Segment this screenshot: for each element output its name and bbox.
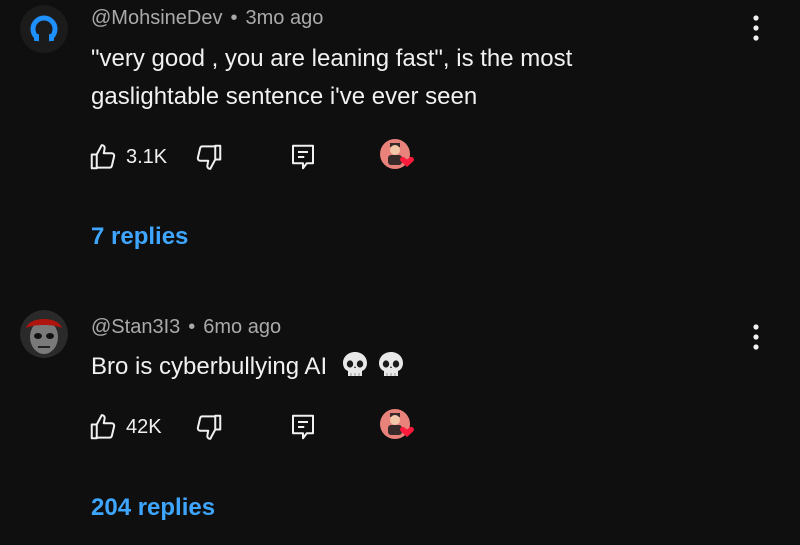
separator: • [230, 7, 238, 29]
avatar[interactable] [20, 5, 68, 53]
more-options-button[interactable] [742, 13, 770, 43]
comment-actions: 42K [88, 409, 448, 445]
view-replies-link[interactable]: 204 replies [91, 494, 215, 522]
like-button[interactable]: 42K [88, 409, 162, 445]
kebab-menu-icon [753, 15, 759, 41]
thumbs-up-icon [90, 144, 116, 170]
thumbs-up-icon [90, 414, 116, 440]
thumbs-down-icon [196, 144, 222, 170]
skull-emoji-icon [342, 352, 367, 376]
reply-button[interactable] [288, 139, 318, 175]
kebab-menu-icon [753, 324, 759, 350]
thumbs-down-icon [196, 414, 222, 440]
like-button[interactable]: 3.1K [88, 139, 167, 175]
reply-comment-icon [292, 144, 314, 170]
blue-ring-logo-icon [20, 5, 68, 53]
avatar[interactable] [20, 310, 68, 358]
comment-header: @Stan3I3 • 6mo ago [91, 316, 281, 339]
creator-heart [378, 407, 418, 447]
timestamp[interactable]: 3mo ago [245, 7, 323, 29]
separator: • [188, 316, 196, 338]
dislike-button[interactable] [194, 139, 224, 175]
reply-button[interactable] [288, 409, 318, 445]
comment-2: @Stan3I3 • 6mo ago Bro is cyberbullying AI [0, 300, 800, 545]
creator-heart [378, 137, 418, 177]
timestamp[interactable]: 6mo ago [203, 316, 281, 338]
like-count: 42K [126, 415, 162, 438]
comment-header: @MohsineDev • 3mo ago [91, 7, 323, 30]
comment-text: "very good , you are leaning fast", is t… [91, 40, 731, 116]
skull-emoji-icon [378, 352, 403, 376]
like-count: 3.1K [126, 145, 168, 168]
masked-face-avatar [20, 310, 68, 358]
comment-text-line: "very good , you are leaning fast", is t… [91, 45, 573, 72]
author-handle[interactable]: @MohsineDev [91, 7, 222, 29]
more-options-button[interactable] [742, 322, 770, 352]
dislike-button[interactable] [194, 409, 224, 445]
comment-text-line: Bro is cyberbullying AI [91, 353, 328, 380]
creator-heart-icon [380, 409, 414, 439]
comment-1: @MohsineDev • 3mo ago "very good , you are… [0, 0, 800, 270]
comment-text: Bro is cyberbullying AI [91, 348, 731, 386]
comment-actions: 3.1K [88, 139, 448, 175]
comment-text-line: gaslightable sentence i've ever seen [91, 83, 478, 110]
view-replies-link[interactable]: 7 replies [91, 223, 188, 251]
reply-comment-icon [292, 414, 314, 440]
author-handle[interactable]: @Stan3I3 [91, 316, 180, 338]
creator-heart-icon [380, 139, 414, 169]
